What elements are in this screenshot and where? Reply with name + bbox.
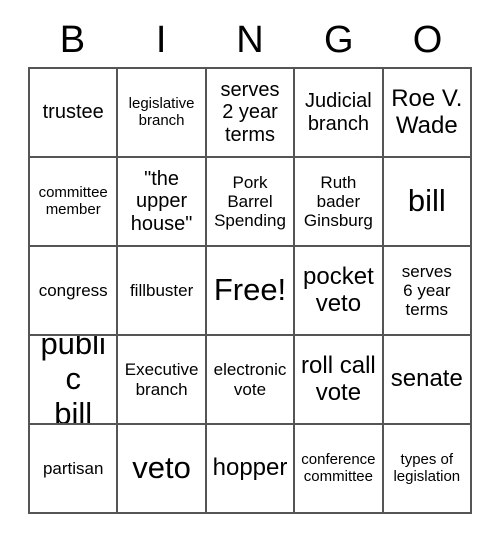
- bingo-cell-r1c4[interactable]: Judicial branch: [295, 69, 384, 158]
- bingo-cell-label: conference committee: [301, 450, 376, 485]
- bingo-cell-r3c5[interactable]: serves 6 year terms: [383, 247, 472, 336]
- bingo-cell-label: Free!: [213, 272, 287, 308]
- bingo-cell-label: bill: [407, 183, 446, 219]
- bingo-card: B I N G O trustee legislative branch serve…: [0, 0, 500, 544]
- bingo-cell-label: partisan: [42, 458, 104, 478]
- bingo-cell-r4c3[interactable]: electronic vote: [206, 336, 296, 425]
- bingo-header-letter-o: O: [412, 19, 443, 61]
- bingo-cell-r1c2[interactable]: legislative branch: [118, 69, 207, 158]
- bingo-cell-r3c4[interactable]: pocket veto: [295, 247, 384, 336]
- bingo-cell-r3c3[interactable]: Free!: [206, 247, 296, 336]
- bingo-cell-r5c5[interactable]: types of legislation: [383, 425, 472, 514]
- bingo-cell-r5c4[interactable]: conference committee: [295, 425, 384, 514]
- bingo-grid: trustee legislative branch serves 2 year t…: [28, 67, 472, 514]
- bingo-cell-label: congress: [38, 280, 108, 300]
- bingo-cell-label: fillbuster: [129, 280, 194, 300]
- bingo-cell-label: Judicial branch: [305, 90, 372, 135]
- bingo-header-row: B I N G O: [28, 14, 472, 66]
- bingo-cell-label: roll call vote: [301, 351, 376, 406]
- bingo-cell-label: serves 2 year terms: [220, 78, 280, 146]
- bingo-cell-label: hopper: [212, 454, 288, 482]
- bingo-cell-label: public bill: [40, 336, 106, 425]
- bingo-cell-r2c4[interactable]: Ruth bader Ginsburg: [295, 158, 384, 247]
- bingo-cell-r5c2[interactable]: veto: [118, 425, 207, 514]
- bingo-cell-r1c5[interactable]: Roe V. Wade: [383, 69, 472, 158]
- bingo-cell-r3c1[interactable]: congress: [30, 247, 119, 336]
- bingo-cell-label: veto: [132, 450, 191, 486]
- bingo-cell-label: trustee: [42, 101, 104, 124]
- bingo-cell-r5c3[interactable]: hopper: [206, 425, 296, 514]
- bingo-cell-r4c2[interactable]: Executive branch: [118, 336, 207, 425]
- bingo-cell-label: Ruth bader Ginsburg: [303, 172, 373, 231]
- bingo-cell-label: legislative branch: [128, 94, 195, 129]
- bingo-cell-r2c1[interactable]: committee member: [30, 158, 119, 247]
- bingo-cell-label: types of legislation: [393, 450, 461, 485]
- bingo-cell-r4c5[interactable]: senate: [383, 336, 472, 425]
- bingo-header-letter-n: N: [236, 19, 264, 61]
- bingo-header-letter-b: B: [59, 19, 86, 61]
- bingo-cell-r3c2[interactable]: fillbuster: [118, 247, 207, 336]
- bingo-cell-label: committee member: [38, 183, 108, 218]
- bingo-cell-label: serves 6 year terms: [401, 261, 452, 320]
- bingo-cell-label: Roe V. Wade: [391, 84, 463, 139]
- bingo-cell-r2c3[interactable]: Pork Barrel Spending: [206, 158, 296, 247]
- bingo-header-letter-i: I: [155, 19, 167, 61]
- bingo-cell-r2c5[interactable]: bill: [383, 158, 472, 247]
- bingo-cell-r1c1[interactable]: trustee: [30, 69, 119, 158]
- bingo-cell-label: senate: [390, 365, 463, 393]
- bingo-cell-label: electronic vote: [213, 360, 287, 399]
- bingo-cell-r4c1[interactable]: public bill: [30, 336, 119, 425]
- bingo-header-letter-g: G: [324, 19, 354, 61]
- bingo-cell-r5c1[interactable]: partisan: [30, 425, 119, 514]
- bingo-cell-label: "the upper house": [130, 167, 193, 235]
- bingo-cell-label: Pork Barrel Spending: [214, 172, 286, 231]
- bingo-cell-r4c4[interactable]: roll call vote: [295, 336, 384, 425]
- bingo-cell-r1c3[interactable]: serves 2 year terms: [206, 69, 296, 158]
- bingo-cell-r2c2[interactable]: "the upper house": [118, 158, 207, 247]
- bingo-cell-label: Executive branch: [124, 360, 199, 399]
- bingo-cell-label: pocket veto: [303, 262, 374, 317]
